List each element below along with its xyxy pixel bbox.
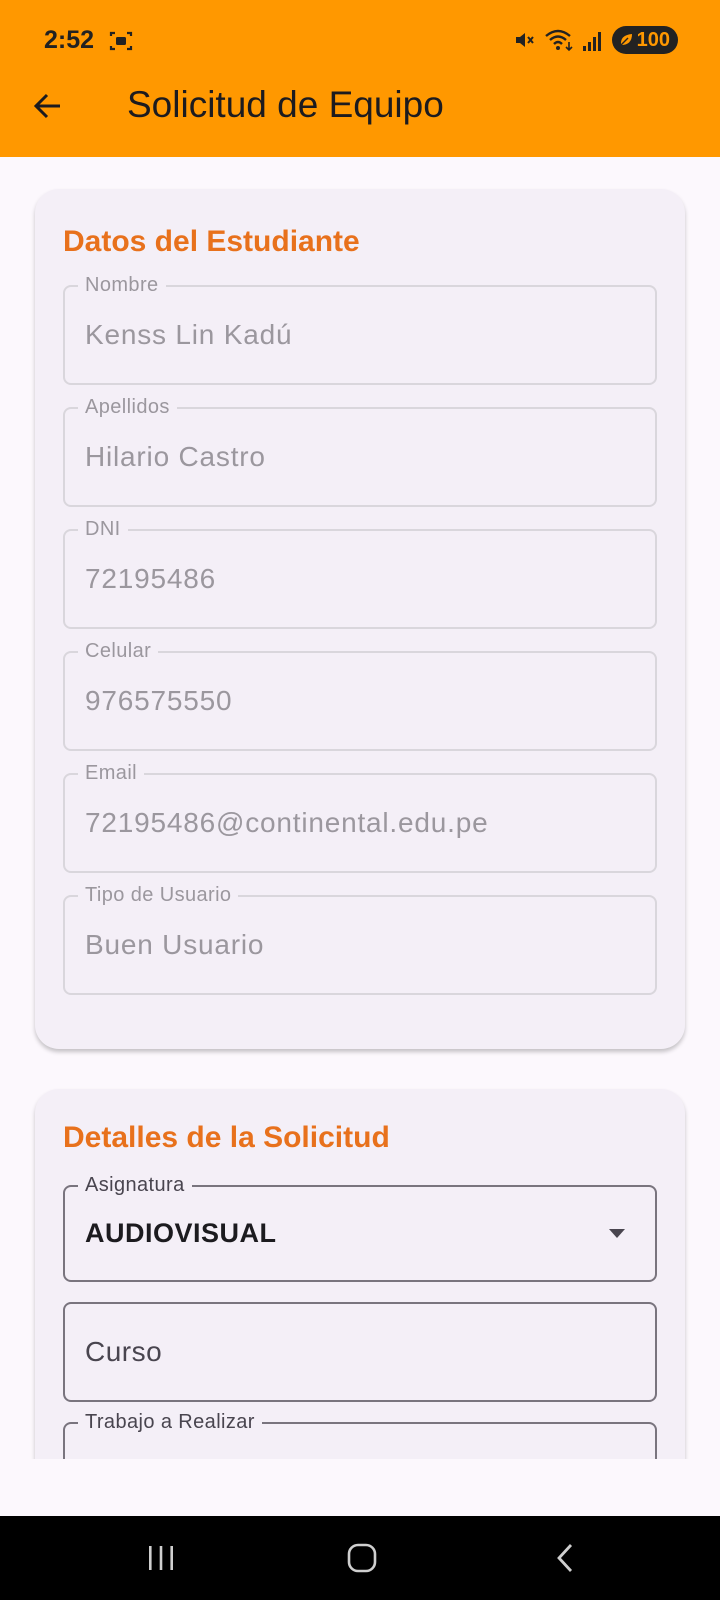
recent-apps-icon — [149, 1546, 173, 1570]
battery-indicator: 100 — [611, 26, 678, 54]
back-icon — [557, 1544, 573, 1572]
asignatura-value: AUDIOVISUAL — [85, 1218, 277, 1248]
dropdown-arrow-icon — [609, 1228, 625, 1238]
status-icons: 100 — [512, 26, 678, 54]
back-button[interactable] — [28, 86, 68, 126]
email-field: Email 72195486@continental.edu.pe — [63, 762, 657, 873]
dni-value: 72195486 — [85, 563, 216, 594]
mute-icon — [515, 33, 534, 47]
apellidos-value: Hilario Castro — [85, 441, 266, 472]
app-bar: 2:52 100 Solicitud de Equipo — [0, 0, 720, 157]
page-title: Solicitud de Equipo — [127, 84, 444, 125]
screenshot-icon — [109, 31, 133, 51]
tipo-usuario-value: Buen Usuario — [85, 929, 265, 960]
battery-leaf-icon — [620, 34, 632, 46]
dni-field: DNI 72195486 — [63, 518, 657, 629]
status-time: 2:52 — [44, 26, 95, 54]
request-details-card: Detalles de la Solicitud Asignatura AUDI… — [35, 1089, 685, 1459]
nombre-field: Nombre Kenss Lin Kadú — [63, 274, 657, 385]
student-data-card: Datos del Estudiante Nombre Kenss Lin Ka… — [35, 189, 685, 1049]
trabajo-value: Trabajo a realizar 1 (1 día) — [85, 1424, 429, 1459]
request-card-title: Detalles de la Solicitud — [63, 1121, 390, 1154]
asignatura-dropdown[interactable]: Asignatura AUDIOVISUAL — [63, 1174, 657, 1282]
wifi-icon — [544, 29, 573, 52]
content-scroll[interactable]: Datos del Estudiante Nombre Kenss Lin Ka… — [0, 157, 720, 1459]
trabajo-dropdown[interactable]: Trabajo a Realizar Trabajo a realizar 1 … — [63, 1411, 657, 1459]
system-nav-bar — [0, 1516, 720, 1600]
recent-apps-button[interactable] — [131, 1533, 191, 1583]
celular-field: Celular 976575550 — [63, 640, 657, 751]
email-value: 72195486@continental.edu.pe — [85, 807, 489, 838]
tipo-usuario-field: Tipo de Usuario Buen Usuario — [63, 884, 657, 995]
signal-icon — [582, 32, 601, 51]
home-button[interactable] — [332, 1533, 392, 1583]
curso-input[interactable]: Curso — [63, 1302, 657, 1402]
battery-level: 100 — [636, 28, 670, 51]
celular-value: 976575550 — [85, 685, 233, 716]
nav-back-button[interactable] — [535, 1533, 595, 1583]
student-card-title: Datos del Estudiante — [63, 225, 360, 258]
apellidos-field: Apellidos Hilario Castro — [63, 396, 657, 507]
nombre-value: Kenss Lin Kadú — [85, 319, 293, 350]
arrow-back-icon — [33, 93, 60, 119]
home-icon — [347, 1543, 377, 1573]
curso-placeholder: Curso — [85, 1336, 163, 1367]
